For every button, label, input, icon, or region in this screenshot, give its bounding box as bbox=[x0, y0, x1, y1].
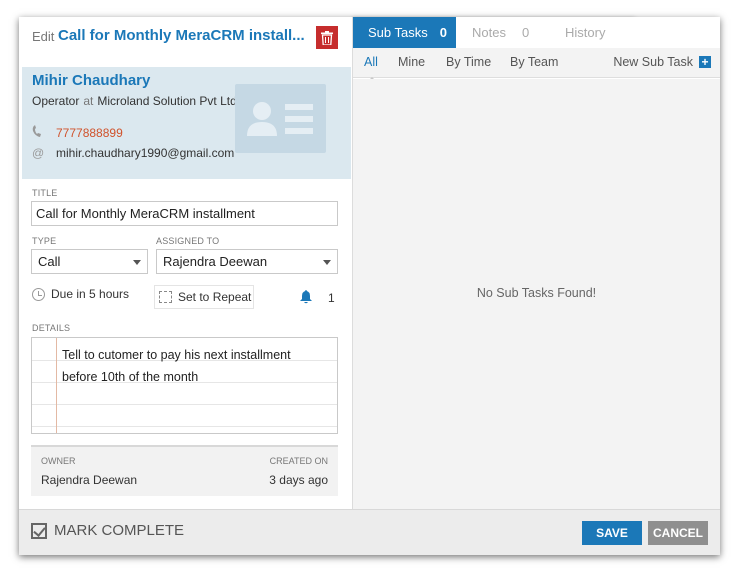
tab-notes[interactable]: Notes 0 bbox=[472, 17, 529, 48]
id-card-icon bbox=[235, 84, 326, 153]
mark-complete-button[interactable]: MARK COMPLETE bbox=[31, 522, 184, 539]
details-label: DETAILS bbox=[32, 323, 71, 333]
owner-value: Rajendra Deewan bbox=[41, 473, 138, 487]
chevron-down-icon bbox=[323, 260, 331, 265]
new-subtask-label: New Sub Task bbox=[613, 55, 693, 69]
phone-row[interactable]: 7777888899 bbox=[32, 125, 123, 140]
details-line-1: Tell to cutomer to pay his next installm… bbox=[62, 348, 291, 362]
tab-notes-count: 0 bbox=[521, 25, 530, 40]
repeat-label: Set to Repeat bbox=[178, 290, 252, 304]
created-on-label: CREATED ON bbox=[269, 456, 328, 466]
details-line-2: before 10th of the month bbox=[62, 370, 199, 384]
phone-icon bbox=[32, 125, 46, 140]
type-label: TYPE bbox=[32, 236, 57, 246]
phone-number: 7777888899 bbox=[56, 126, 123, 140]
clock-icon bbox=[32, 287, 45, 301]
at-icon: @ bbox=[32, 146, 45, 160]
filter-by-team[interactable]: By Team bbox=[510, 55, 558, 69]
empty-state-message: No Sub Tasks Found! bbox=[476, 286, 597, 300]
type-select[interactable]: Call bbox=[31, 249, 148, 274]
task-detail-pane: Edit Call for Monthly MeraCRM install...… bbox=[19, 17, 353, 509]
due-text: Due in 5 hours bbox=[51, 287, 130, 301]
cancel-button[interactable]: CANCEL bbox=[648, 521, 708, 545]
email-row[interactable]: @ mihir.chaudhary1990@gmail.com bbox=[32, 146, 234, 160]
trash-icon bbox=[321, 30, 333, 45]
tab-bar: Sub Tasks 0 Notes 0 History bbox=[353, 17, 720, 48]
due-time[interactable]: Due in 5 hours bbox=[32, 287, 129, 301]
email-address: mihir.chaudhary1990@gmail.com bbox=[56, 146, 235, 160]
contact-name[interactable]: Mihir Chaudhary bbox=[32, 72, 150, 89]
set-repeat-button[interactable]: Set to Repeat bbox=[154, 285, 254, 309]
task-title-heading: Call for Monthly MeraCRM install... bbox=[58, 27, 305, 44]
title-input[interactable] bbox=[31, 201, 338, 226]
tab-subtasks[interactable]: Sub Tasks 0 bbox=[353, 17, 456, 48]
filter-by-time[interactable]: By Time bbox=[446, 55, 491, 69]
tab-subtasks-label: Sub Tasks bbox=[368, 25, 428, 40]
created-on-value: 3 days ago bbox=[269, 473, 328, 487]
tab-history-label: History bbox=[565, 25, 606, 40]
tab-history[interactable]: History bbox=[565, 17, 605, 48]
bell-icon[interactable] bbox=[299, 290, 313, 304]
contact-role: Operator bbox=[32, 94, 80, 108]
modal-footer: MARK COMPLETE SAVE CANCEL bbox=[19, 509, 720, 555]
details-text: Tell to cutomer to pay his next installm… bbox=[62, 344, 332, 388]
assigned-to-label: ASSIGNED TO bbox=[156, 236, 220, 246]
ruled-line bbox=[32, 426, 337, 427]
subtasks-pane: Sub Tasks 0 Notes 0 History All Mine By … bbox=[353, 17, 720, 509]
repeat-icon bbox=[159, 291, 172, 303]
edit-header: Edit Call for Monthly MeraCRM install... bbox=[19, 17, 353, 57]
tab-subtasks-count: 0 bbox=[439, 25, 447, 40]
save-button[interactable]: SAVE bbox=[582, 521, 642, 545]
checkbox-icon bbox=[31, 522, 47, 539]
plus-icon: + bbox=[699, 56, 711, 68]
contact-company: Microland Solution Pvt Ltd bbox=[97, 94, 237, 108]
mark-complete-label: MARK COMPLETE bbox=[54, 522, 185, 539]
subtask-list: No Sub Tasks Found! bbox=[353, 79, 720, 509]
contact-card: Mihir Chaudhary Operator at Microland Solu… bbox=[22, 67, 351, 179]
filter-mine[interactable]: Mine bbox=[398, 55, 425, 69]
title-label: TITLE bbox=[32, 188, 58, 198]
owner-label: OWNER bbox=[41, 456, 76, 466]
subtask-filter-bar: All Mine By Time By Team New Sub Task + bbox=[353, 48, 720, 82]
edit-task-modal: Edit Call for Monthly MeraCRM install...… bbox=[19, 17, 720, 555]
margin-line bbox=[56, 338, 57, 433]
edit-prefix: Edit bbox=[32, 29, 55, 44]
assigned-to-select[interactable]: Rajendra Deewan bbox=[156, 249, 338, 274]
contact-role-line: Operator at Microland Solution Pvt Ltd bbox=[32, 94, 237, 108]
reminder-count: 1 bbox=[328, 291, 335, 305]
tab-notes-label: Notes bbox=[472, 25, 506, 40]
type-value: Call bbox=[38, 254, 61, 269]
assigned-to-value: Rajendra Deewan bbox=[163, 254, 268, 269]
details-textarea[interactable]: Tell to cutomer to pay his next installm… bbox=[31, 337, 338, 434]
ruled-line bbox=[32, 404, 337, 405]
owner-info: OWNER Rajendra Deewan CREATED ON 3 days … bbox=[31, 445, 338, 496]
filter-all[interactable]: All bbox=[364, 55, 378, 82]
delete-button[interactable] bbox=[316, 26, 338, 49]
new-subtask-button[interactable]: New Sub Task + bbox=[613, 55, 711, 69]
at-label: at bbox=[83, 94, 94, 108]
chevron-down-icon bbox=[133, 260, 141, 265]
